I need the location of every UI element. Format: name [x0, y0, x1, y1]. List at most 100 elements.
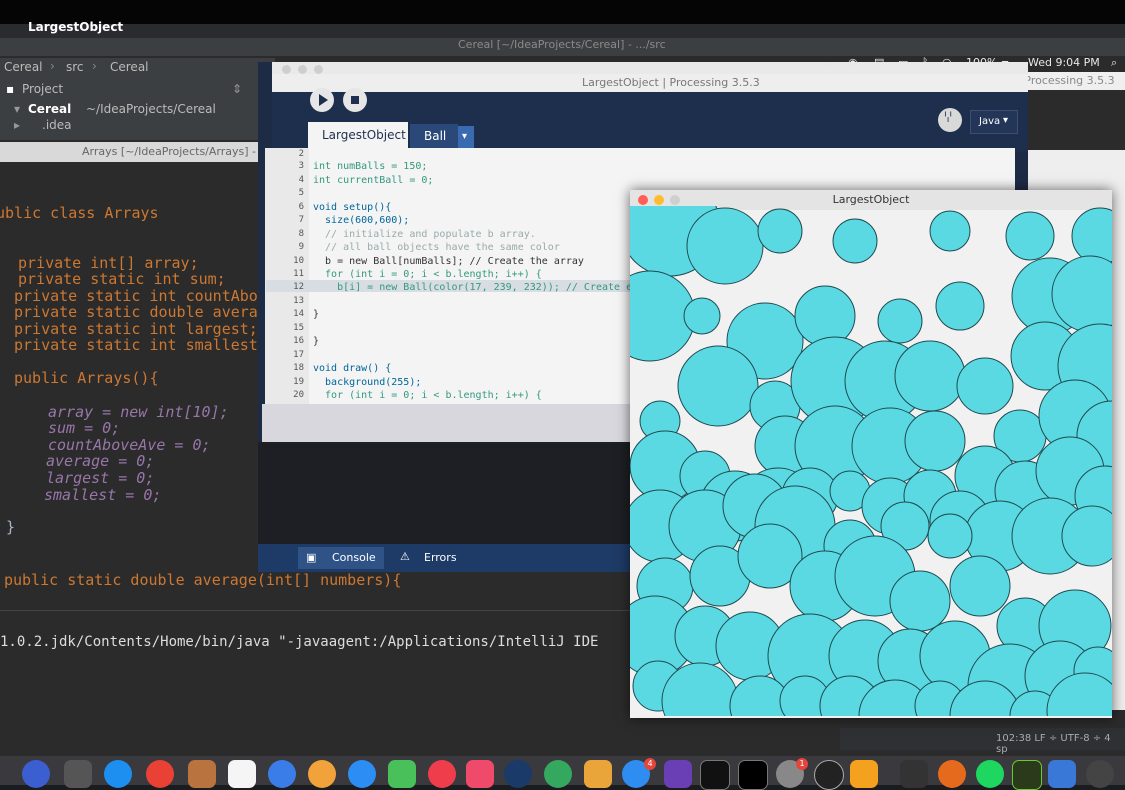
- processing-console[interactable]: [258, 442, 630, 544]
- screen-bezel: [0, 0, 1125, 24]
- fontforge-icon[interactable]: [850, 760, 878, 788]
- code-line: public Arrays(){: [14, 369, 159, 387]
- bluetooth-icon[interactable]: ᛒ: [922, 56, 929, 69]
- code-line: largest = 0;: [46, 469, 155, 487]
- play-icon: [319, 94, 328, 106]
- breadcrumb-project[interactable]: Cereal: [4, 60, 43, 74]
- ball: [686, 207, 764, 285]
- sketch-canvas[interactable]: [630, 206, 1112, 716]
- tab-largestobject[interactable]: LargestObject: [308, 122, 408, 148]
- project-label[interactable]: Project: [22, 82, 63, 96]
- photos-icon[interactable]: [308, 760, 336, 788]
- run-button[interactable]: [310, 88, 334, 112]
- atom-icon[interactable]: [544, 760, 572, 788]
- chevron-right-icon[interactable]: ▸: [14, 118, 20, 132]
- siri-icon[interactable]: [22, 760, 50, 788]
- processing-title: LargestObject | Processing 3.5.3: [582, 76, 760, 89]
- search-icon[interactable]: ⌕: [1111, 56, 1117, 70]
- notes-icon[interactable]: ▤: [874, 56, 884, 69]
- tab-label: LargestObject: [322, 128, 406, 142]
- breadcrumb-src[interactable]: src: [66, 60, 84, 74]
- news-icon[interactable]: [428, 760, 456, 788]
- intellij-icon[interactable]: [738, 760, 768, 790]
- settings-gear-icon[interactable]: [268, 760, 296, 788]
- calendar-icon[interactable]: [228, 760, 256, 788]
- chevron-right-icon: ›: [92, 59, 97, 73]
- line-number: 18: [293, 363, 304, 373]
- chevron-down-icon[interactable]: ▾: [14, 102, 20, 116]
- zoom-icon[interactable]: [670, 195, 680, 205]
- collapse-icon[interactable]: ⇕: [232, 82, 242, 96]
- stop-button[interactable]: [343, 88, 367, 112]
- quicktime-icon[interactable]: [1086, 760, 1114, 788]
- code-line: // all ball objects have the same color: [313, 242, 560, 253]
- menu-app-name[interactable]: LargestObject: [28, 20, 123, 34]
- tab-console[interactable]: ▣ Console: [298, 547, 384, 569]
- processing-icon[interactable]: [814, 760, 844, 790]
- minimize-icon[interactable]: [654, 195, 664, 205]
- airplay-icon[interactable]: ▭: [898, 56, 908, 69]
- code-line: }: [313, 309, 320, 320]
- console-icon: ▣: [306, 551, 317, 564]
- notebook-icon[interactable]: [188, 760, 216, 788]
- code-line: size(600,600);: [313, 215, 410, 226]
- steam-icon[interactable]: [504, 760, 532, 788]
- firefox-icon[interactable]: [938, 760, 966, 788]
- line-number: 17: [293, 350, 304, 360]
- zoom-icon[interactable]: [314, 65, 323, 74]
- messages-icon[interactable]: [348, 760, 376, 788]
- battery-icon[interactable]: ▰: [1000, 56, 1008, 69]
- xcode-icon[interactable]: [1048, 760, 1076, 788]
- creative-cloud-icon[interactable]: ◉: [848, 56, 858, 69]
- wifi-icon[interactable]: ◠: [942, 56, 952, 69]
- terminal-icon[interactable]: [700, 760, 730, 790]
- minimize-icon[interactable]: [298, 65, 307, 74]
- visual-studio-icon[interactable]: [664, 760, 692, 788]
- tree-item-cereal[interactable]: Cereal: [28, 102, 71, 116]
- facetime-icon[interactable]: [388, 760, 416, 788]
- spotify-icon[interactable]: [976, 760, 1004, 788]
- preferences-badge: 1: [796, 758, 808, 770]
- folder-icon: ▪: [6, 82, 15, 96]
- ball: [683, 297, 721, 335]
- console-output: 1.0.2.jdk/Contents/Home/bin/java "-javaa…: [0, 634, 599, 650]
- line-number: 19: [293, 377, 304, 387]
- chrome-icon[interactable]: [146, 760, 174, 788]
- line-number: 9: [298, 242, 304, 252]
- music-icon[interactable]: [466, 760, 494, 788]
- debug-button[interactable]: ꗷ: [938, 108, 962, 132]
- tab-menu-button[interactable]: ▾: [458, 126, 474, 148]
- tab-errors[interactable]: ⚠ Errors: [392, 547, 466, 569]
- cloud-icon[interactable]: ☁: [822, 56, 833, 69]
- close-icon[interactable]: [638, 195, 648, 205]
- breadcrumb-class[interactable]: Cereal: [110, 60, 149, 74]
- stop-icon: [351, 96, 359, 104]
- ball: [929, 210, 971, 252]
- books-icon[interactable]: [584, 760, 612, 788]
- clock[interactable]: Wed 9:04 PM: [1028, 56, 1100, 69]
- code-line: b[i] = new Ball(color(17, 239, 232)); //…: [313, 282, 639, 293]
- mode-selector[interactable]: Java ▾: [970, 110, 1018, 134]
- tab-ball[interactable]: Ball: [410, 124, 458, 148]
- activity-monitor-icon[interactable]: [900, 760, 928, 788]
- run-console[interactable]: [0, 610, 640, 761]
- status-position: 102:38 LF ÷ UTF-8 ÷ 4 sp: [996, 733, 1111, 755]
- code-line: public static double average(int[] numbe…: [4, 571, 402, 589]
- dreamweaver-icon[interactable]: [1012, 760, 1042, 790]
- close-icon[interactable]: [282, 65, 291, 74]
- app-store-badge: 4: [644, 758, 656, 770]
- code-line: ublic class Arrays: [0, 204, 159, 222]
- tree-item-idea[interactable]: .idea: [42, 118, 72, 132]
- code-line: for (int i = 0; i < b.length; i++) {: [313, 390, 542, 401]
- code-line: background(255);: [313, 377, 422, 388]
- safari-icon[interactable]: [104, 760, 132, 788]
- ball: [889, 570, 951, 632]
- launchpad-icon[interactable]: [64, 760, 92, 788]
- arrays-window-title: Arrays [~/IdeaProjects/Arrays] - .../: [0, 142, 275, 162]
- line-number: 15: [293, 323, 304, 333]
- intellij-title: Cereal [~/IdeaProjects/Cereal] - .../src: [458, 38, 666, 51]
- processing-title-bar: LargestObject | Processing 3.5.3: [272, 74, 1028, 92]
- chevron-down-icon: ▾: [1003, 115, 1009, 126]
- mac-menu-bar: LargestObject: [0, 20, 1125, 38]
- ball: [935, 281, 985, 331]
